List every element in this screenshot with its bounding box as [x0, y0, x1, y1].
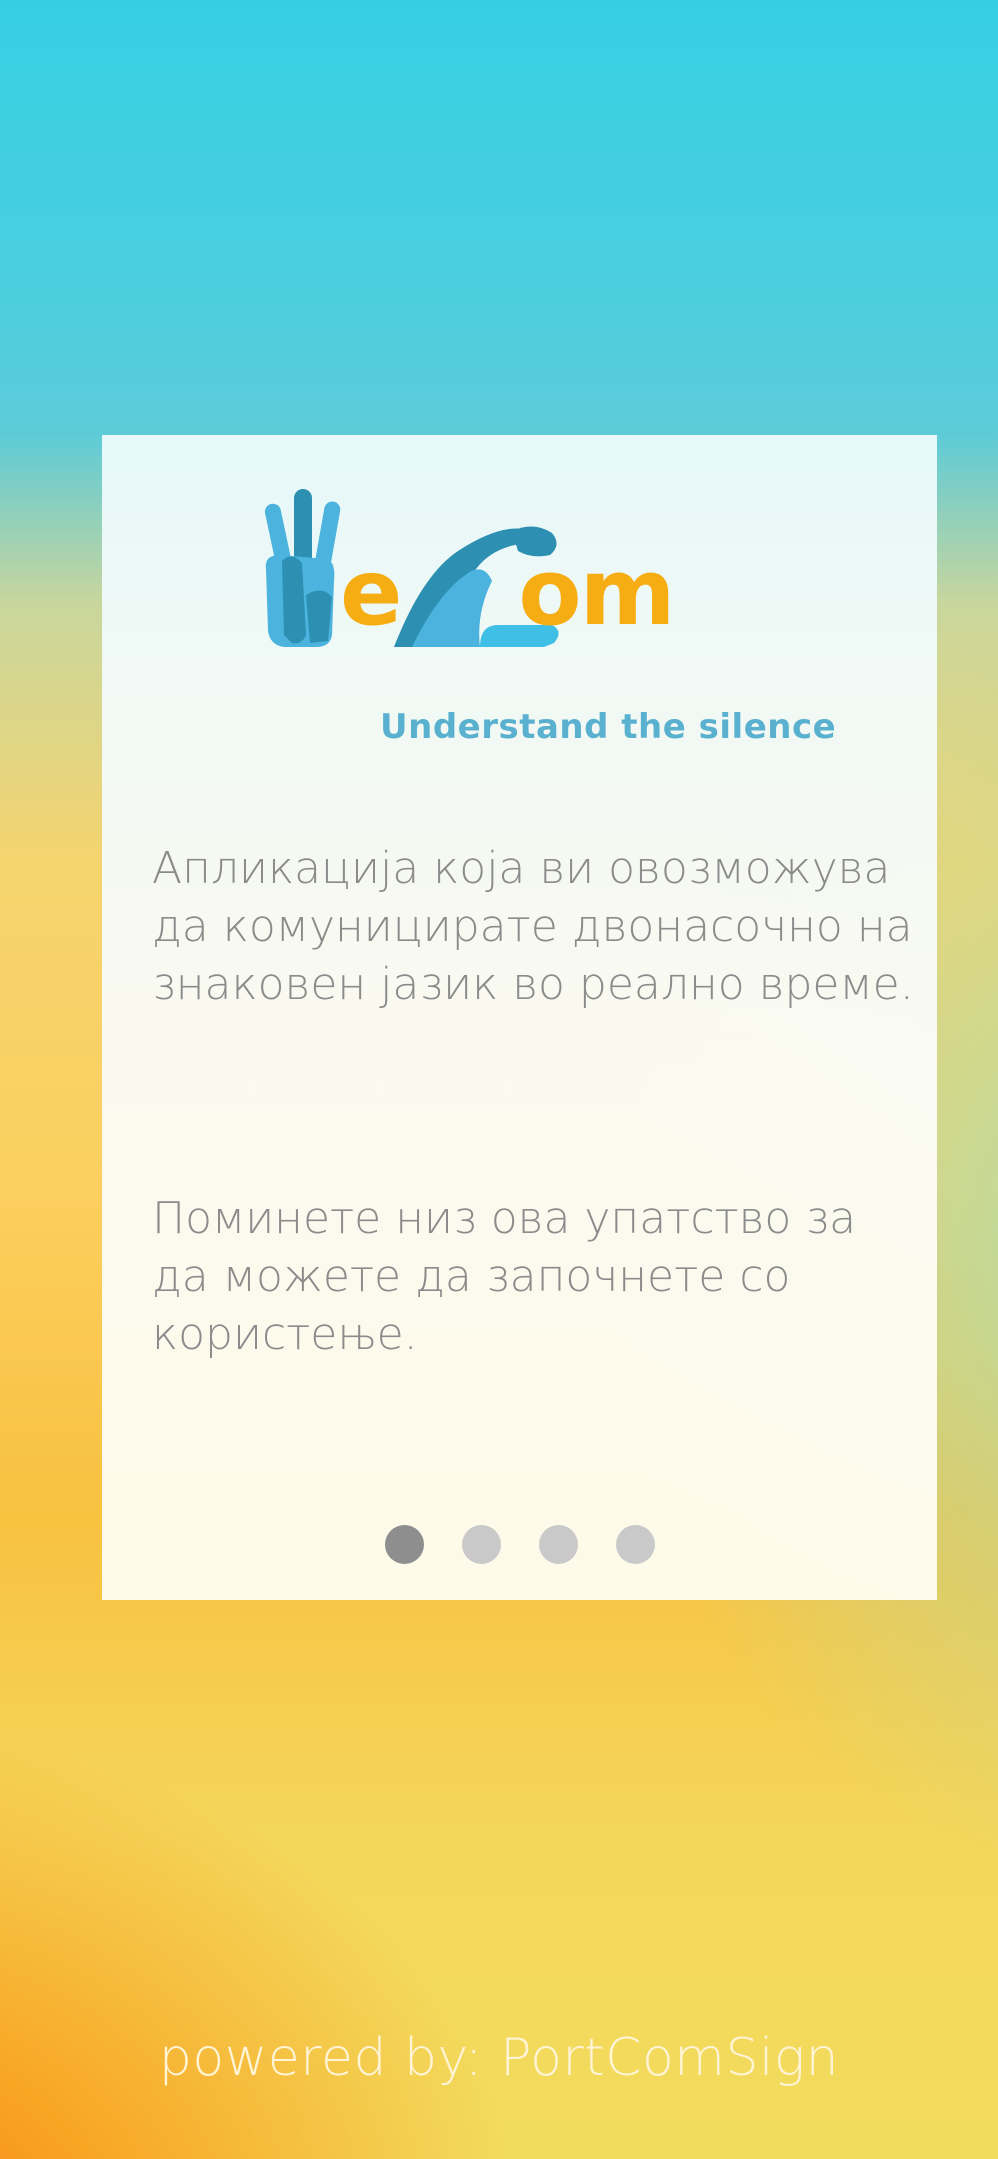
intro-paragraph-2: Поминете низ ова упатство за да можете д…	[152, 1193, 857, 1360]
intro-card: e om Understand the silence Апликација ко…	[102, 435, 937, 1600]
page-dot-1[interactable]	[384, 1525, 424, 1564]
powered-by-footer: powered by: PortComSign	[158, 2028, 840, 2088]
intro-paragraph-1: Апликација која ви овозможува да комуниц…	[152, 843, 914, 1010]
logo-wordmark: e om	[340, 539, 675, 646]
page-dot-2[interactable]	[461, 1525, 501, 1564]
logo-tagline: Understand the silence	[380, 707, 837, 747]
wecom-logo: e om Understand the silence	[262, 485, 836, 747]
page-dot-4[interactable]	[615, 1525, 655, 1564]
page-dot-3[interactable]	[538, 1525, 578, 1564]
page-indicator	[102, 1525, 937, 1564]
